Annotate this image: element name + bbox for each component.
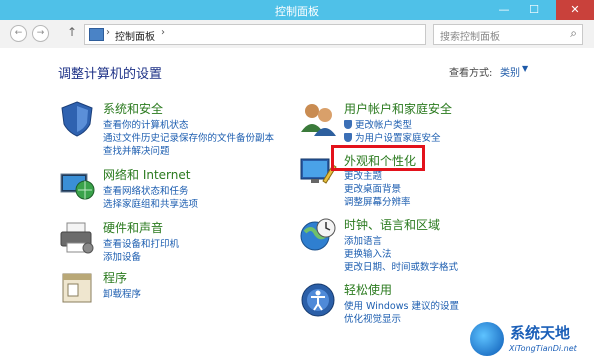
highlight-box [331, 145, 425, 171]
category-title[interactable]: 轻松使用 [344, 281, 392, 298]
uac-shield-icon [344, 120, 352, 129]
watermark-title: 系统天地 [510, 324, 571, 342]
forward-button[interactable]: → [32, 25, 49, 42]
close-button[interactable]: ✕ [556, 0, 594, 20]
search-icon[interactable]: ⌕ [570, 26, 577, 41]
category-title[interactable]: 网络和 Internet [103, 166, 190, 183]
category-system-security: 系统和安全 查看你的计算机状态 通过文件历史记录保存你的文件备份副本 查找并解决… [58, 100, 298, 160]
category-title[interactable]: 系统和安全 [103, 100, 163, 117]
title-bar: 控制面板 — ☐ ✕ [0, 0, 594, 20]
breadcrumb-separator-2[interactable]: › [161, 27, 165, 38]
watermark-logo-icon [470, 322, 504, 356]
search-input[interactable]: 搜索控制面板 [440, 28, 500, 43]
category-programs: 程序 卸载程序 [58, 269, 298, 309]
link-date-time-format[interactable]: 更改日期、时间或数字格式 [344, 259, 458, 273]
users-icon [299, 100, 337, 138]
view-by-dropdown[interactable]: 类别 [500, 64, 520, 79]
shield-icon [58, 100, 96, 138]
category-ease-of-access: 轻松使用 使用 Windows 建议的设置 优化视觉显示 [299, 281, 539, 326]
maximize-button[interactable]: ☐ [520, 0, 548, 20]
link-change-input-method[interactable]: 更换输入法 [344, 246, 392, 260]
globe-clock-icon [299, 216, 337, 254]
link-desktop-background[interactable]: 更改桌面背景 [344, 181, 401, 195]
category-user-accounts: 用户帐户和家庭安全 更改帐户类型 为用户设置家庭安全 [299, 100, 539, 145]
programs-icon [58, 269, 96, 307]
category-network-internet: 网络和 Internet 查看网络状态和任务 选择家庭组和共享选项 [58, 166, 298, 211]
printer-icon [58, 219, 96, 257]
link-add-device[interactable]: 添加设备 [103, 249, 141, 263]
link-family-safety[interactable]: 为用户设置家庭安全 [344, 130, 441, 144]
link-recommended-settings[interactable]: 使用 Windows 建议的设置 [344, 298, 459, 312]
breadcrumb-control-panel[interactable]: 控制面板 [115, 28, 155, 43]
link-devices-printers[interactable]: 查看设备和打印机 [103, 236, 179, 250]
link-network-status[interactable]: 查看网络状态和任务 [103, 183, 189, 197]
link-troubleshoot[interactable]: 查找并解决问题 [103, 143, 170, 157]
search-box[interactable]: 搜索控制面板 ⌕ [433, 24, 583, 45]
navigation-bar: ← → ↑ › 控制面板 › ⌄ ↻ 搜索控制面板 ⌕ [0, 20, 594, 48]
network-icon [58, 166, 96, 204]
link-homegroup[interactable]: 选择家庭组和共享选项 [103, 196, 198, 210]
category-clock-language-region: 时钟、语言和区域 添加语言 更换输入法 更改日期、时间或数字格式 [299, 216, 539, 274]
page-title: 调整计算机的设置 [58, 67, 163, 82]
chevron-down-icon[interactable]: ▼ [522, 64, 528, 73]
minimize-button[interactable]: — [490, 0, 518, 20]
ease-of-access-icon [299, 281, 337, 319]
category-hardware-sound: 硬件和声音 查看设备和打印机 添加设备 [58, 219, 298, 264]
back-button[interactable]: ← [10, 25, 27, 42]
link-screen-resolution[interactable]: 调整屏幕分辨率 [344, 194, 411, 208]
link-add-language[interactable]: 添加语言 [344, 233, 382, 247]
link-uninstall-program[interactable]: 卸载程序 [103, 286, 141, 300]
up-button[interactable]: ↑ [67, 25, 77, 39]
view-by-label: 查看方式: [449, 68, 493, 79]
category-title[interactable]: 时钟、语言和区域 [344, 216, 440, 233]
link-file-history[interactable]: 通过文件历史记录保存你的文件备份副本 [103, 130, 274, 144]
control-panel-icon [89, 28, 104, 41]
category-title[interactable]: 程序 [103, 269, 127, 286]
link-text[interactable]: 为用户设置家庭安全 [355, 133, 441, 144]
watermark-subtitle: XiTongTianDi.net [509, 344, 577, 353]
uac-shield-icon [344, 133, 352, 142]
category-title[interactable]: 硬件和声音 [103, 219, 163, 236]
link-view-computer-status[interactable]: 查看你的计算机状态 [103, 117, 189, 131]
address-bar[interactable]: › 控制面板 › ⌄ ↻ [84, 24, 503, 45]
category-title[interactable]: 用户帐户和家庭安全 [344, 100, 452, 117]
link-optimize-visual[interactable]: 优化视觉显示 [344, 311, 401, 325]
link-change-account-type[interactable]: 更改帐户类型 [344, 117, 412, 131]
breadcrumb-separator: › [106, 27, 110, 38]
